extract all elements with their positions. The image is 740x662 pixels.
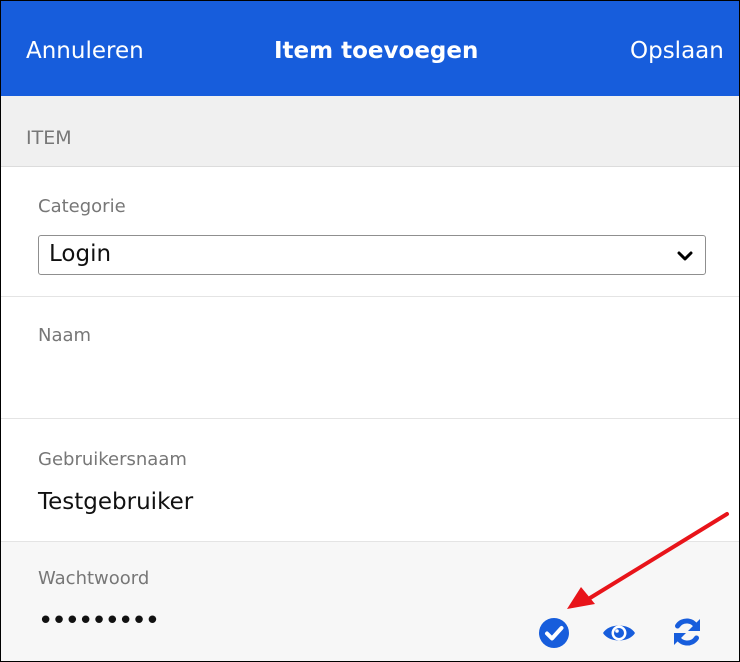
section-header: ITEM [1,96,739,167]
username-label: Gebruikersnaam [38,449,187,470]
header-bar: Annuleren Item toevoegen Opslaan [1,1,739,96]
save-button[interactable]: Opslaan [630,37,724,65]
sync-icon[interactable] [671,616,703,648]
check-circle-icon[interactable] [538,617,570,649]
cancel-button[interactable]: Annuleren [26,37,144,65]
password-row[interactable]: Wachtwoord ••••••••• [1,542,739,661]
section-title: ITEM [26,127,72,149]
category-value: Login [49,241,112,267]
username-row[interactable]: Gebruikersnaam Testgebruiker [1,419,739,542]
category-label: Categorie [38,196,126,217]
category-row: Categorie Login [1,167,739,297]
app-window: Annuleren Item toevoegen Opslaan ITEM Ca… [0,0,740,662]
chevron-down-icon [677,251,693,261]
password-label: Wachtwoord [38,568,150,589]
password-input[interactable]: ••••••••• [38,606,160,636]
eye-icon[interactable] [601,619,637,647]
name-label: Naam [38,325,92,346]
page-title: Item toevoegen [274,38,479,64]
category-select[interactable]: Login [38,235,706,275]
username-input[interactable]: Testgebruiker [38,489,193,515]
name-row[interactable]: Naam [1,297,739,419]
